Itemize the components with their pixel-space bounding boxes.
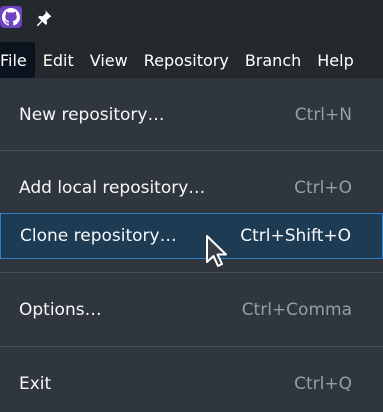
menu-repository[interactable]: Repository bbox=[136, 42, 237, 78]
github-octocat-icon bbox=[0, 6, 22, 28]
menu-separator bbox=[0, 346, 383, 347]
menu-branch[interactable]: Branch bbox=[237, 42, 309, 78]
menu-separator bbox=[0, 272, 383, 273]
menu-item-label: New repository… bbox=[19, 105, 165, 125]
mouse-pointer-icon bbox=[205, 234, 231, 270]
menu-separator bbox=[0, 150, 383, 151]
file-menu-dropdown: New repository… Ctrl+N Add local reposit… bbox=[0, 78, 383, 412]
menu-view[interactable]: View bbox=[82, 42, 136, 78]
menu-item-label: Options… bbox=[19, 300, 102, 320]
menu-help[interactable]: Help bbox=[309, 42, 361, 78]
menu-item-shortcut: Ctrl+Comma bbox=[241, 300, 352, 320]
menu-bar: File Edit View Repository Branch Help bbox=[0, 42, 383, 78]
menu-item-label: Exit bbox=[19, 374, 52, 394]
menu-item-shortcut: Ctrl+Q bbox=[294, 374, 352, 394]
menu-edit[interactable]: Edit bbox=[35, 42, 82, 78]
pin-icon[interactable] bbox=[34, 8, 54, 28]
menu-file[interactable]: File bbox=[0, 42, 35, 78]
menu-item-label: Add local repository… bbox=[19, 178, 206, 198]
menu-item-label: Clone repository… bbox=[20, 226, 177, 246]
menu-item-shortcut: Ctrl+O bbox=[294, 178, 352, 198]
menu-item-add-local-repository[interactable]: Add local repository… Ctrl+O bbox=[0, 165, 383, 211]
menu-item-exit[interactable]: Exit Ctrl+Q bbox=[0, 361, 383, 407]
menu-item-shortcut: Ctrl+N bbox=[294, 105, 352, 125]
menu-item-options[interactable]: Options… Ctrl+Comma bbox=[0, 287, 383, 333]
menu-item-clone-repository[interactable]: Clone repository… Ctrl+Shift+O bbox=[0, 213, 383, 259]
menu-item-new-repository[interactable]: New repository… Ctrl+N bbox=[0, 92, 383, 138]
menu-item-shortcut: Ctrl+Shift+O bbox=[240, 226, 351, 246]
title-bar bbox=[0, 0, 383, 37]
